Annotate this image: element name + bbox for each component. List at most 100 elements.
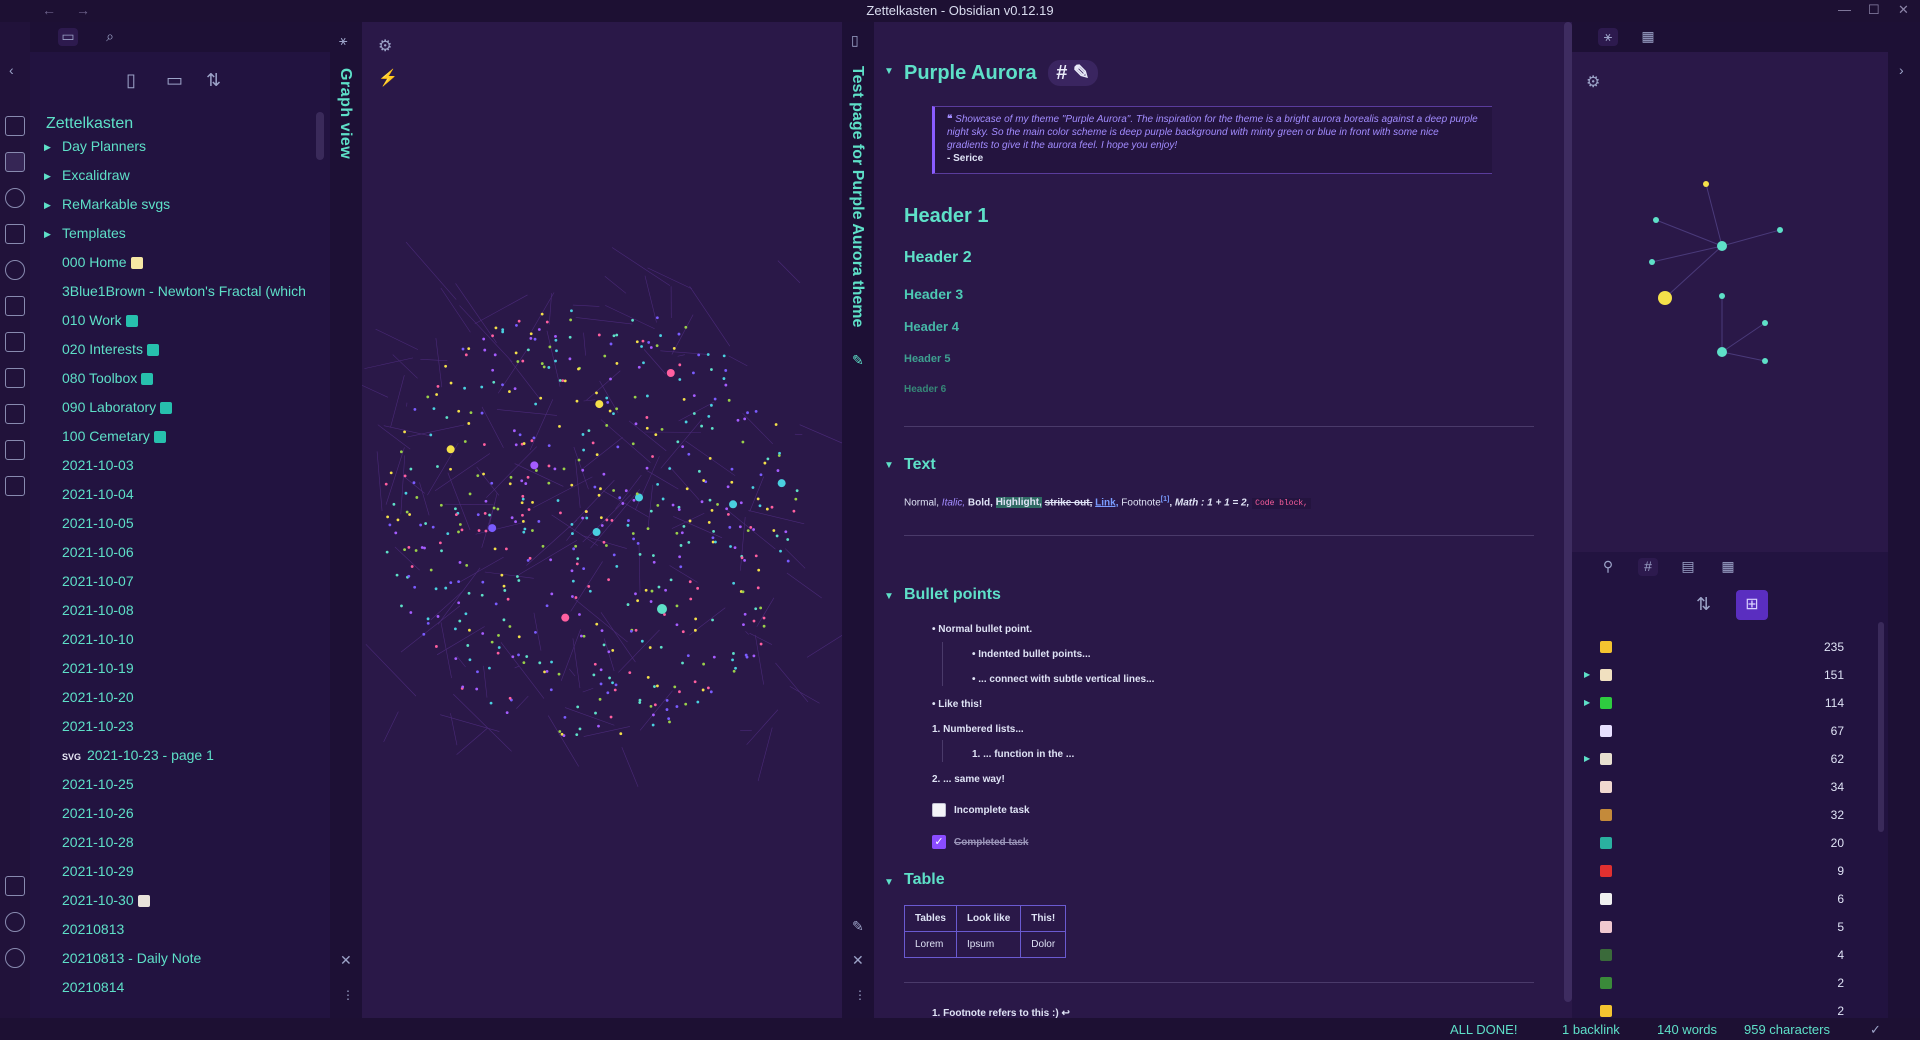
graph-node[interactable] <box>603 354 607 358</box>
graph-node[interactable] <box>645 426 649 430</box>
graph-node[interactable] <box>792 509 796 513</box>
graph-node[interactable] <box>776 469 780 472</box>
graph-node[interactable] <box>434 587 438 591</box>
graph-node[interactable] <box>400 604 403 608</box>
minimize-icon[interactable]: — <box>1838 2 1851 17</box>
graph-node[interactable] <box>730 480 734 484</box>
graph-node[interactable] <box>454 657 458 661</box>
graph-node[interactable] <box>653 685 656 688</box>
graph-node[interactable] <box>742 623 745 627</box>
graph-node[interactable] <box>743 417 747 421</box>
graph-node[interactable] <box>439 503 443 507</box>
graph-node[interactable] <box>684 420 688 424</box>
graph-node[interactable] <box>521 497 525 501</box>
graph-node[interactable] <box>568 335 572 339</box>
graph-node[interactable] <box>556 499 560 502</box>
graph-node[interactable] <box>496 651 500 655</box>
local-graph-node[interactable] <box>1649 259 1655 265</box>
graph-node[interactable] <box>641 339 645 343</box>
graph-node[interactable] <box>541 544 545 548</box>
graph-node[interactable] <box>652 713 655 717</box>
graph-node[interactable] <box>587 429 591 433</box>
graph-node[interactable] <box>570 595 574 598</box>
graph-node[interactable] <box>656 684 659 688</box>
graph-node[interactable] <box>404 491 408 495</box>
graph-node[interactable] <box>714 540 717 544</box>
graph-node[interactable] <box>634 422 638 426</box>
graph-node[interactable] <box>697 353 701 357</box>
graph-node[interactable] <box>395 573 399 577</box>
graph-node[interactable] <box>722 377 726 380</box>
graph-node[interactable] <box>457 530 460 534</box>
graph-node[interactable] <box>628 671 632 675</box>
graph-node[interactable] <box>558 379 562 382</box>
file-item[interactable]: 2021-10-20 <box>62 689 324 709</box>
tag-row[interactable]: 67 <box>1584 722 1874 742</box>
graph-node[interactable] <box>605 544 608 547</box>
graph-node[interactable] <box>770 505 774 509</box>
graph-node[interactable] <box>547 464 551 468</box>
graph-node[interactable] <box>553 467 557 471</box>
file-item[interactable]: 010 Work <box>62 312 324 332</box>
graph-node[interactable] <box>554 359 557 363</box>
graph-node[interactable] <box>675 531 679 535</box>
graph-node[interactable] <box>679 565 683 569</box>
graph-node[interactable] <box>646 675 650 679</box>
graph-node[interactable] <box>615 333 619 337</box>
graph-node[interactable] <box>766 457 770 461</box>
graph-node[interactable] <box>775 534 779 538</box>
graph-node[interactable] <box>651 455 654 458</box>
graph-node[interactable] <box>693 628 697 632</box>
graph-node[interactable] <box>532 436 536 440</box>
graph-node[interactable] <box>514 520 517 524</box>
graph-node[interactable] <box>481 580 485 584</box>
graph-node[interactable] <box>634 493 643 502</box>
file-item[interactable]: 20210813 <box>62 921 324 941</box>
graph-node[interactable] <box>711 536 715 540</box>
graph-node[interactable] <box>426 621 430 625</box>
graph-node[interactable] <box>497 646 501 649</box>
graph-node[interactable] <box>575 562 579 566</box>
graph-node[interactable] <box>545 669 549 673</box>
task-checkbox-completed[interactable]: ✓ <box>932 835 946 849</box>
graph-node[interactable] <box>678 363 682 367</box>
graph-node[interactable] <box>542 365 546 369</box>
graph-node[interactable] <box>582 634 586 638</box>
graph-node[interactable] <box>612 553 616 557</box>
graph-node[interactable] <box>694 617 698 621</box>
graph-node[interactable] <box>570 483 574 487</box>
file-item[interactable]: SVG 2021-10-23 - page 1 <box>62 747 324 767</box>
graph-node[interactable] <box>741 440 745 444</box>
graph-node[interactable] <box>408 513 411 516</box>
graph-node[interactable] <box>657 585 661 589</box>
tag-row[interactable]: 2 <box>1584 974 1874 994</box>
folder-expand-icon[interactable]: ▶ <box>44 229 51 240</box>
graph-node[interactable] <box>756 586 760 590</box>
graph-node[interactable] <box>656 482 660 486</box>
graph-node[interactable] <box>431 525 435 529</box>
graph-node[interactable] <box>415 496 419 499</box>
graph-node[interactable] <box>475 687 479 691</box>
graph-node[interactable] <box>522 442 526 445</box>
graph-node[interactable] <box>578 727 582 731</box>
graph-node[interactable] <box>671 503 675 507</box>
graph-node[interactable] <box>547 366 551 369</box>
graph-node[interactable] <box>652 560 656 564</box>
graph-view[interactable]: ⚙ ⚡ <box>362 22 842 1018</box>
graph-node[interactable] <box>615 362 619 365</box>
backlinks-tab-icon[interactable]: ⚲ <box>1598 558 1618 576</box>
graph-node[interactable] <box>491 334 494 338</box>
graph-node[interactable] <box>650 589 654 593</box>
cards-icon[interactable] <box>5 368 25 388</box>
sync-status-icon[interactable]: ✓ <box>1870 1022 1881 1038</box>
graph-node[interactable] <box>713 397 717 401</box>
graph-node[interactable] <box>681 445 685 449</box>
graph-node[interactable] <box>436 384 440 388</box>
graph-node[interactable] <box>482 337 486 341</box>
graph-node[interactable] <box>677 332 681 336</box>
graph-node[interactable] <box>468 658 472 662</box>
graph-node[interactable] <box>696 700 700 704</box>
graph-node[interactable] <box>707 414 711 418</box>
graph-node[interactable] <box>615 564 619 568</box>
graph-node[interactable] <box>595 622 599 626</box>
